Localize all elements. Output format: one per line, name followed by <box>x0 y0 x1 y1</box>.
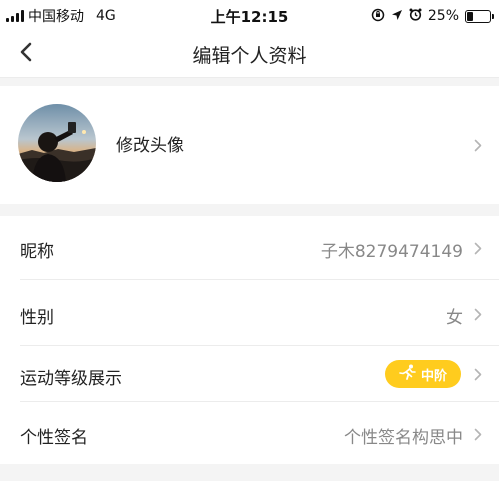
battery-fill <box>467 11 473 21</box>
page-title: 编辑个人资料 <box>192 45 307 67</box>
sport-level-text: 中阶 <box>420 368 447 384</box>
sport-level-row[interactable]: 运动等级展示 中阶 <box>0 346 499 402</box>
location-arrow-icon <box>391 9 403 24</box>
nickname-value: 子木8279474149 <box>320 242 463 262</box>
avatar[interactable] <box>18 104 96 182</box>
battery-icon <box>465 9 494 23</box>
nickname-label: 昵称 <box>20 242 54 262</box>
signature-value: 个性签名构思中 <box>344 428 463 448</box>
sport-level-badge: 中阶 <box>385 360 461 388</box>
chevron-right-icon <box>473 367 483 381</box>
gender-row[interactable]: 性别 女 <box>0 280 499 346</box>
profile-list: 昵称 子木8279474149 性别 女 运动等级展示 中阶 个性签名 个性签名… <box>0 216 499 464</box>
battery-percent: 25% <box>427 8 459 24</box>
nickname-row[interactable]: 昵称 子木8279474149 <box>0 216 499 280</box>
nav-bar: 编辑个人资料 <box>0 30 499 78</box>
chevron-right-icon <box>473 241 483 255</box>
chevron-right-icon <box>473 307 483 321</box>
status-bar: 中国移动 4G 上午12:15 25% <box>0 0 499 30</box>
gender-value: 女 <box>446 308 463 328</box>
signature-label: 个性签名 <box>20 428 88 448</box>
change-avatar-row[interactable]: 修改头像 <box>0 86 499 204</box>
chevron-right-icon <box>473 427 483 441</box>
gender-label: 性别 <box>20 308 54 328</box>
alarm-icon <box>409 8 422 24</box>
status-bar-right: 25% <box>371 7 494 25</box>
rotation-lock-icon <box>371 8 385 25</box>
change-avatar-label: 修改头像 <box>116 136 184 156</box>
runner-icon <box>399 364 417 384</box>
chevron-right-icon <box>473 138 483 152</box>
sport-level-label: 运动等级展示 <box>20 369 122 389</box>
signature-row[interactable]: 个性签名 个性签名构思中 <box>0 402 499 464</box>
